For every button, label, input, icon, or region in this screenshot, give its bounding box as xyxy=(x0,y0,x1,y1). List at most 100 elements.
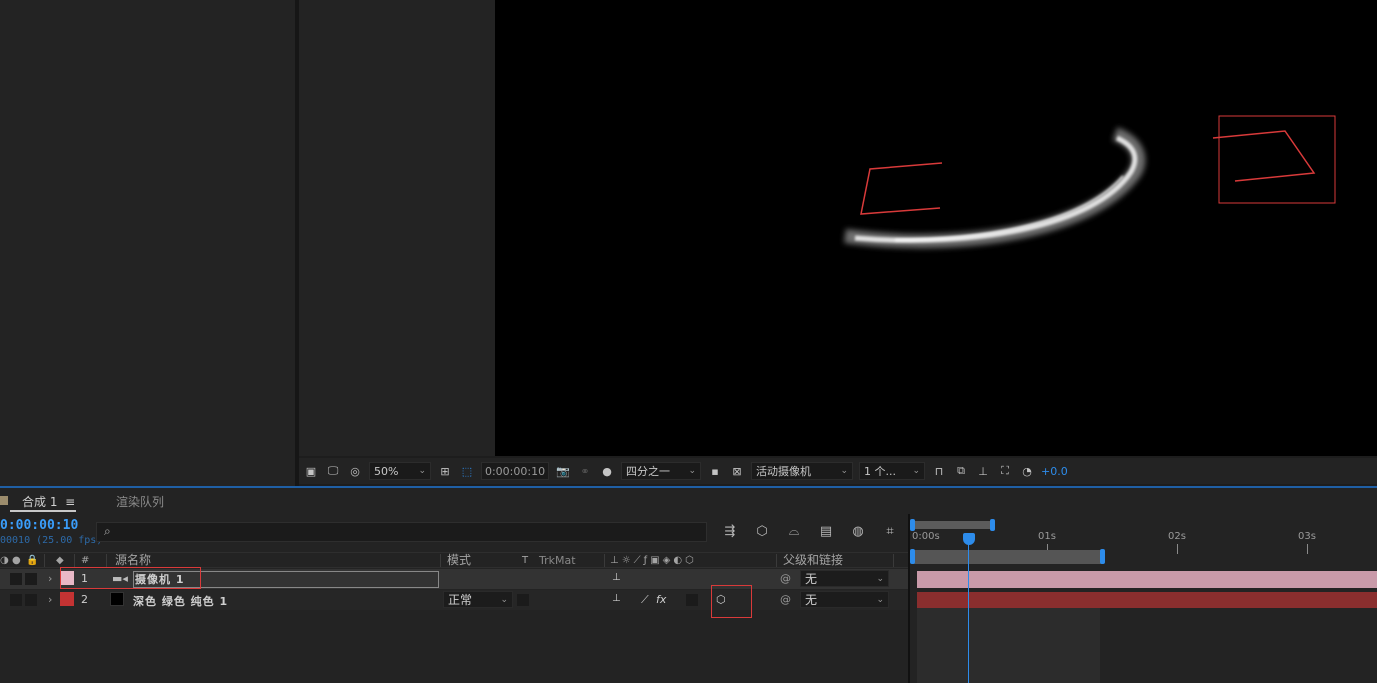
chevron-right-icon[interactable]: › xyxy=(48,572,52,585)
camera-layer-bar[interactable] xyxy=(917,571,1377,588)
shy-layers-icon[interactable]: ⌓ xyxy=(784,522,804,540)
project-panel xyxy=(0,0,295,487)
col-source-name[interactable]: 源名称 xyxy=(115,553,151,568)
video-toggle[interactable] xyxy=(10,594,22,606)
composition-viewer[interactable] xyxy=(495,0,1377,456)
lock-toggle[interactable] xyxy=(25,594,37,606)
chevron-down-icon: ⌄ xyxy=(876,594,884,605)
view-dropdown[interactable]: 活动摄像机 ⌄ xyxy=(751,462,853,480)
time-navigator-end[interactable] xyxy=(1100,549,1105,564)
chevron-down-icon: ⌄ xyxy=(876,573,884,584)
ruler-label-2: 02s xyxy=(1168,531,1186,542)
tab-render-queue[interactable]: 渲染队列 xyxy=(116,493,164,510)
work-area-shade xyxy=(917,608,1100,683)
grid-icon[interactable]: ⊞ xyxy=(437,463,453,479)
camera-frame-left xyxy=(860,162,943,215)
timeline-icon[interactable]: ⊥ xyxy=(975,463,991,479)
composition-flowchart-icon[interactable]: ⇶ xyxy=(720,522,740,540)
work-area-bar[interactable] xyxy=(912,521,994,529)
video-switch-icon[interactable]: ◑ xyxy=(0,553,9,568)
mask-icon[interactable]: ◎ xyxy=(347,463,363,479)
light-streak xyxy=(844,127,1146,249)
zoom-value: 50% xyxy=(374,464,399,478)
viewer-canvas xyxy=(844,115,1336,249)
effects-switch-icon[interactable]: fx xyxy=(656,593,666,606)
frame-blending-icon[interactable]: ▤ xyxy=(816,522,836,540)
solo-icon[interactable]: ● xyxy=(12,553,21,568)
parent-dropdown[interactable]: 无 ⌄ xyxy=(800,591,889,608)
resolution-value: 四分之一 xyxy=(626,465,670,478)
label-color-swatch[interactable] xyxy=(60,592,74,606)
camera-frame-right xyxy=(1212,130,1316,182)
pick-whip-icon[interactable]: @ xyxy=(780,572,791,585)
playhead-line[interactable] xyxy=(968,540,969,683)
ruler-tick xyxy=(1177,544,1178,554)
solid-layer-bar[interactable] xyxy=(917,592,1377,608)
ruler-label-0: 0:00s xyxy=(912,531,940,542)
current-time-value: 0:00:00:10 xyxy=(484,464,546,478)
work-area-end-handle[interactable] xyxy=(990,519,995,531)
mode-dropdown[interactable]: 正常 ⌄ xyxy=(443,591,513,608)
pick-whip-icon[interactable]: @ xyxy=(780,593,791,606)
reset-exposure-icon[interactable]: ⧉ xyxy=(953,463,969,479)
chevron-right-icon[interactable]: › xyxy=(48,593,52,606)
monitor-icon[interactable]: 🖵 xyxy=(325,463,341,479)
col-parent[interactable]: 父级和链接 xyxy=(783,553,843,568)
snapshot-icon[interactable]: 📷 xyxy=(555,463,571,479)
graph-editor-icon[interactable]: ⌗ xyxy=(880,522,900,540)
col-t[interactable]: T xyxy=(522,553,528,568)
lock-icon[interactable]: 🔒 xyxy=(26,553,38,568)
col-mode[interactable]: 模式 xyxy=(447,553,471,568)
timeline-tab-bar: 合成 1 ≡ 渲染队列 xyxy=(0,488,1377,514)
label-tag-icon[interactable]: ◆ xyxy=(56,553,64,568)
trkmat-toggle[interactable] xyxy=(517,594,529,606)
active-tab-underline xyxy=(10,510,76,512)
parent-dropdown[interactable]: 无 ⌄ xyxy=(800,570,889,587)
chevron-down-icon: ⌄ xyxy=(418,466,426,476)
shy-switch-icon[interactable]: ⊥ xyxy=(612,593,621,604)
layer-row-solid[interactable]: › 2 深色 绿色 纯色 1 正常 ⌄ ⊥ ⟋ fx ⬡ @ 无 ⌄ xyxy=(0,590,908,610)
views-layout-dropdown[interactable]: 1 个... ⌄ xyxy=(859,462,925,480)
playhead-handle[interactable] xyxy=(963,533,975,545)
shy-switch-icon[interactable]: ⊥ xyxy=(612,572,621,583)
quality-switch-icon[interactable]: ⟋ xyxy=(641,593,649,607)
layer-column-header: ◑ ● 🔒 ◆ # 源名称 模式 T TrkMat ⊥☼⟋ƒ▣◈◐⬡ 父级和链接 xyxy=(0,552,908,568)
current-time-field[interactable]: 0:00:00:10 xyxy=(481,462,549,480)
timeline-timecode[interactable]: 0:00:00:10 xyxy=(0,518,78,533)
col-trkmat[interactable]: TrkMat xyxy=(539,553,576,568)
ruler-label-1: 01s xyxy=(1038,531,1056,542)
zoom-dropdown[interactable]: 50% ⌄ xyxy=(369,462,431,480)
region-icon[interactable]: ⬚ xyxy=(459,463,475,479)
channels-icon[interactable]: ● xyxy=(599,463,615,479)
video-toggle[interactable] xyxy=(10,573,22,585)
lock-toggle[interactable] xyxy=(25,573,37,585)
motion-blur-toggle[interactable] xyxy=(686,594,698,606)
show-snapshot-icon[interactable]: ⚭ xyxy=(577,463,593,479)
transparency-grid-icon[interactable]: ⊠ xyxy=(729,463,745,479)
toggle-pixel-icon[interactable]: ⊓ xyxy=(931,463,947,479)
views-layout-value: 1 个... xyxy=(864,465,896,478)
layer-number: 2 xyxy=(81,593,88,606)
search-icon: ⌕ xyxy=(104,524,111,538)
tab-composition[interactable]: 合成 1 ≡ xyxy=(22,493,75,510)
fast-preview-icon[interactable]: ▪ xyxy=(707,463,723,479)
timeline-fps: 00010 (25.00 fps) xyxy=(0,535,103,546)
always-preview-icon[interactable]: ▣ xyxy=(303,463,319,479)
chevron-down-icon: ⌄ xyxy=(840,466,848,476)
motion-blur-icon[interactable]: ◍ xyxy=(848,522,868,540)
flowchart-icon[interactable]: ⛶ xyxy=(997,463,1013,479)
layer-search-input[interactable] xyxy=(96,522,707,542)
comp-tab-swatch xyxy=(0,496,8,505)
ruler-label-3: 03s xyxy=(1298,531,1316,542)
tab-menu-icon[interactable]: ≡ xyxy=(65,495,75,509)
draft-3d-icon[interactable]: ⬡ xyxy=(752,522,772,540)
layer-name[interactable]: 深色 绿色 纯色 1 xyxy=(133,593,228,609)
resolution-dropdown[interactable]: 四分之一 ⌄ xyxy=(621,462,701,480)
exposure-value[interactable]: +0.0 xyxy=(1041,465,1068,478)
work-area-start-handle[interactable] xyxy=(910,519,915,531)
time-navigator-start[interactable] xyxy=(910,549,915,564)
col-number[interactable]: # xyxy=(81,553,89,568)
view-value: 活动摄像机 xyxy=(756,465,811,478)
exposure-icon[interactable]: ◔ xyxy=(1019,463,1035,479)
time-navigator-bar[interactable] xyxy=(912,550,1102,564)
